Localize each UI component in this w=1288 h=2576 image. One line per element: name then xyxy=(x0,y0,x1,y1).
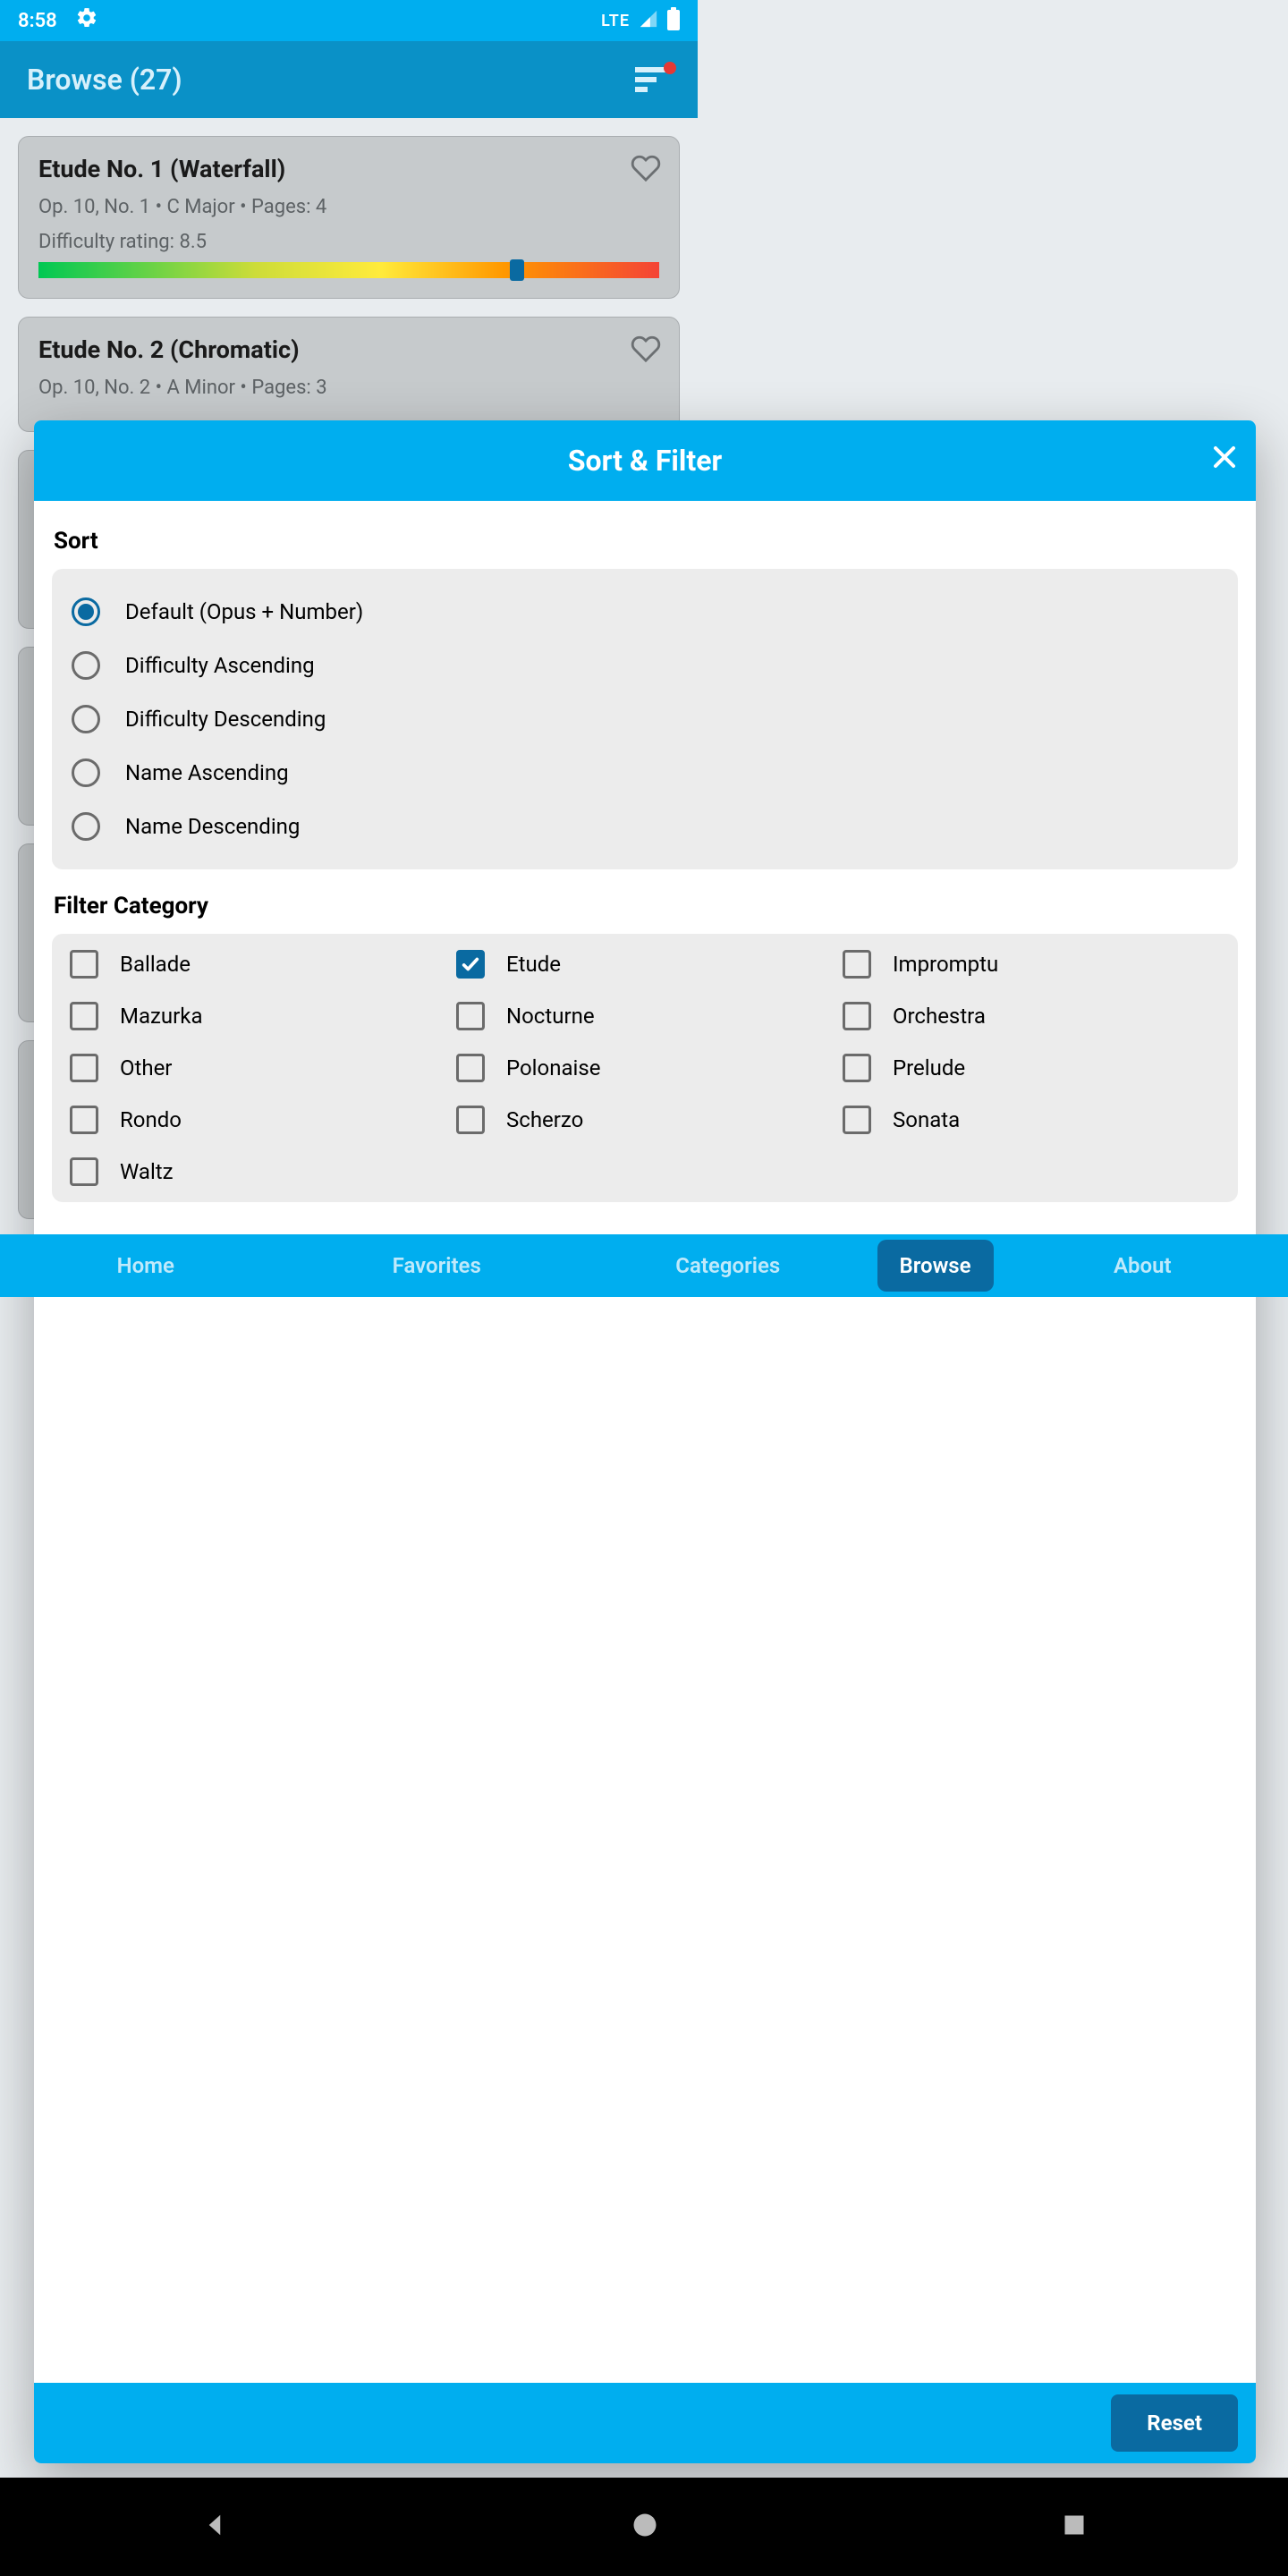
category-label: Polonaise xyxy=(506,1055,600,1080)
dialog-footer: Reset xyxy=(34,2383,1256,2463)
sort-option[interactable]: Name Descending xyxy=(70,800,1220,853)
checkbox-icon xyxy=(843,1002,871,1030)
radio-icon xyxy=(72,597,100,626)
category-label: Rondo xyxy=(120,1107,182,1132)
category-label: Other xyxy=(120,1055,172,1080)
category-label: Orchestra xyxy=(893,1004,986,1029)
sort-option[interactable]: Name Ascending xyxy=(70,746,1220,800)
category-option[interactable]: Other xyxy=(70,1054,447,1082)
checkbox-icon xyxy=(456,1106,485,1134)
category-option[interactable]: Waltz xyxy=(70,1157,447,1186)
recents-icon[interactable] xyxy=(1062,2512,1087,2541)
radio-icon xyxy=(72,812,100,841)
dialog-title: Sort & Filter xyxy=(568,444,722,478)
checkbox-icon xyxy=(843,1106,871,1134)
category-label: Impromptu xyxy=(893,952,998,977)
category-option[interactable]: Etude xyxy=(456,950,834,979)
checkbox-icon xyxy=(70,1157,98,1186)
category-option[interactable]: Scherzo xyxy=(456,1106,834,1134)
filter-section-title: Filter Category xyxy=(54,893,1238,919)
sort-option-label: Difficulty Descending xyxy=(125,707,326,732)
category-label: Scherzo xyxy=(506,1107,583,1132)
reset-button[interactable]: Reset xyxy=(1111,2394,1238,2452)
tab-home[interactable]: Home xyxy=(0,1234,292,1297)
checkbox-icon xyxy=(456,1054,485,1082)
category-label: Ballade xyxy=(120,952,191,977)
sort-section-title: Sort xyxy=(54,528,1238,555)
checkbox-icon xyxy=(70,1002,98,1030)
checkbox-icon xyxy=(70,950,98,979)
radio-icon xyxy=(72,705,100,733)
category-option[interactable]: Rondo xyxy=(70,1106,447,1134)
home-icon[interactable] xyxy=(631,2512,658,2542)
checkbox-icon xyxy=(70,1106,98,1134)
sort-options-panel: Default (Opus + Number) Difficulty Ascend… xyxy=(52,569,1238,869)
category-label: Sonata xyxy=(893,1107,960,1132)
back-icon[interactable] xyxy=(201,2512,228,2542)
sort-option-label: Name Descending xyxy=(125,814,300,839)
checkbox-icon xyxy=(456,1002,485,1030)
category-label: Etude xyxy=(506,952,561,977)
category-option[interactable]: Mazurka xyxy=(70,1002,447,1030)
checkbox-icon xyxy=(843,950,871,979)
radio-icon xyxy=(72,758,100,787)
close-icon[interactable] xyxy=(1211,444,1238,478)
category-option[interactable]: Nocturne xyxy=(456,1002,834,1030)
category-label: Waltz xyxy=(120,1159,174,1184)
bottom-nav: Home Favorites Categories Browse About xyxy=(0,1234,1288,1297)
sort-option-label: Default (Opus + Number) xyxy=(125,599,363,624)
checkbox-icon xyxy=(843,1054,871,1082)
sort-option-label: Difficulty Ascending xyxy=(125,653,315,678)
tab-about[interactable]: About xyxy=(997,1234,1288,1297)
category-option[interactable]: Orchestra xyxy=(843,1002,1220,1030)
category-option[interactable]: Prelude xyxy=(843,1054,1220,1082)
sort-option[interactable]: Difficulty Ascending xyxy=(70,639,1220,692)
category-option[interactable]: Sonata xyxy=(843,1106,1220,1134)
radio-icon xyxy=(72,651,100,680)
sort-filter-dialog: Sort & Filter Sort Default (Opus + Numbe… xyxy=(34,420,1256,2463)
checkbox-icon xyxy=(456,950,485,979)
tab-favorites[interactable]: Favorites xyxy=(292,1234,583,1297)
dialog-header: Sort & Filter xyxy=(34,420,1256,501)
tab-browse[interactable]: Browse xyxy=(877,1240,994,1292)
category-option[interactable]: Polonaise xyxy=(456,1054,834,1082)
tab-categories[interactable]: Categories xyxy=(582,1234,874,1297)
category-label: Nocturne xyxy=(506,1004,595,1029)
android-nav-bar xyxy=(0,2478,1288,2576)
category-label: Prelude xyxy=(893,1055,965,1080)
checkbox-icon xyxy=(70,1054,98,1082)
category-option[interactable]: Ballade xyxy=(70,950,447,979)
filter-categories-panel: Ballade Etude Impromptu Mazurka Nocturne Orch… xyxy=(52,934,1238,1202)
category-option[interactable]: Impromptu xyxy=(843,950,1220,979)
sort-option-label: Name Ascending xyxy=(125,760,289,785)
sort-option[interactable]: Default (Opus + Number) xyxy=(70,585,1220,639)
sort-option[interactable]: Difficulty Descending xyxy=(70,692,1220,746)
category-label: Mazurka xyxy=(120,1004,203,1029)
